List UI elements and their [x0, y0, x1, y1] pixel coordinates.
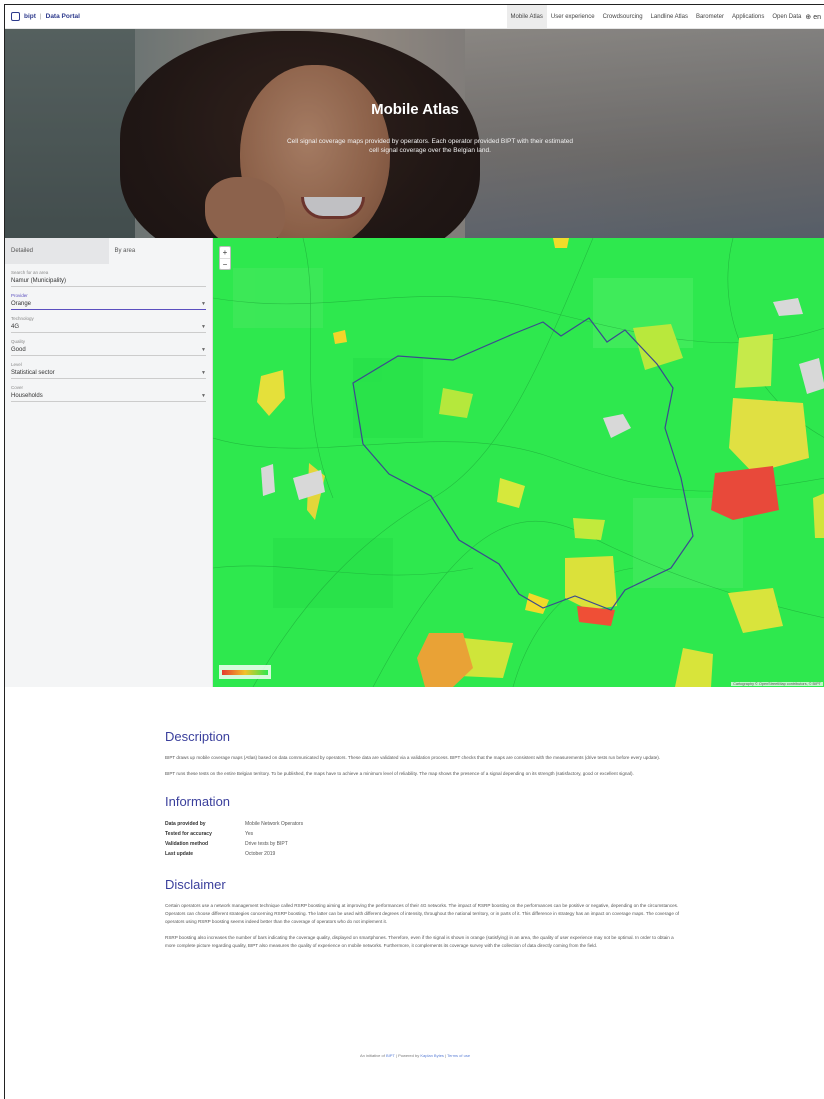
technology-value: 4G [11, 323, 20, 330]
info-row: Last update October 2019 [165, 849, 685, 859]
footer-separator: | [445, 1053, 447, 1058]
footer-terms-link[interactable]: Terms of use [447, 1053, 470, 1058]
footer-separator: | [395, 1053, 397, 1058]
area-search-value: Namur (Municipality) [11, 277, 67, 284]
hero-overlay [5, 29, 824, 238]
information-section: Information Data provided by Mobile Netwo… [165, 794, 685, 859]
browser-frame: bipt | Data Portal Mobile Atlas User exp… [4, 4, 824, 1099]
nav-link-landline-atlas[interactable]: Landline Atlas [647, 5, 692, 28]
area-search-field[interactable]: Search for an area Namur (Municipality) [11, 264, 206, 287]
chevron-down-icon: ▼ [201, 323, 206, 330]
info-row: Validation method Drive tests by BIPT [165, 839, 685, 849]
tab-by-area[interactable]: By area [109, 238, 213, 264]
cover-value: Households [11, 392, 43, 399]
bipt-logo-icon [11, 12, 20, 21]
brand-name: bipt [24, 13, 36, 20]
info-row: Tested for accuracy Yes [165, 829, 685, 839]
disclaimer-paragraph: RSRP boosting also increases the number … [165, 935, 674, 948]
coverage-map-svg[interactable] [213, 238, 824, 687]
disclaimer-heading: Disclaimer [165, 877, 226, 892]
chevron-down-icon: ▼ [201, 300, 206, 307]
info-key: Last update [165, 851, 194, 857]
filter-sidebar: Detailed By area Search for an area Namu… [5, 238, 213, 687]
technology-select[interactable]: Technology 4G ▼ [11, 310, 206, 333]
nav-link-applications[interactable]: Applications [728, 5, 768, 28]
page-content: Description BIPT draws up mobile coverag… [165, 729, 685, 966]
footer-powered-link[interactable]: Kaplan Bytes [420, 1053, 444, 1058]
page-footer: An initiative of BIPT | Powered by Kapla… [5, 1053, 824, 1058]
information-heading: Information [165, 794, 231, 809]
provider-select[interactable]: Provider Orange ▼ [11, 287, 206, 310]
globe-icon: ⊕ [805, 13, 812, 21]
coverage-map[interactable]: + − Cartography © OpenStreetMap contribu… [213, 238, 824, 687]
brand[interactable]: bipt | Data Portal [5, 12, 80, 21]
footer-powered-by: Powered by [398, 1053, 420, 1058]
cover-select[interactable]: Cover Households ▼ [11, 379, 206, 402]
brand-separator: | [39, 13, 42, 20]
map-attribution[interactable]: Cartography © OpenStreetMap contributors… [731, 682, 823, 686]
info-key: Validation method [165, 841, 209, 847]
map-legend [219, 665, 271, 679]
info-value: October 2019 [245, 851, 276, 857]
nav-link-mobile-atlas[interactable]: Mobile Atlas [506, 5, 547, 28]
nav-link-user-experience[interactable]: User experience [547, 5, 599, 28]
zoom-in-button[interactable]: + [220, 247, 230, 258]
tab-detailed[interactable]: Detailed [5, 238, 109, 264]
description-paragraph: BIPT runs these tests on the entire Belg… [165, 771, 634, 776]
info-key: Data provided by [165, 821, 206, 827]
disclaimer-paragraph: Certain operators use a network manageme… [165, 903, 680, 924]
info-value: Drive tests by BIPT [245, 841, 288, 847]
nav-links: Mobile Atlas User experience Crowdsourci… [506, 5, 824, 28]
level-value: Statistical sector [11, 369, 55, 376]
portal-name: Data Portal [45, 13, 80, 20]
info-value: Yes [245, 831, 254, 837]
description-heading: Description [165, 729, 231, 744]
provider-value: Orange [11, 300, 32, 307]
hero-title: Mobile Atlas [371, 101, 459, 118]
hero-banner: Mobile Atlas Cell signal coverage maps p… [5, 29, 824, 238]
disclaimer-section: Disclaimer Certain operators use a netwo… [165, 877, 685, 950]
description-section: Description BIPT draws up mobile coverag… [165, 729, 685, 778]
info-key: Tested for accuracy [165, 831, 212, 837]
legend-color-scale [222, 670, 268, 675]
chevron-down-icon: ▼ [201, 369, 206, 376]
chevron-down-icon: ▼ [201, 346, 206, 353]
language-code: en [813, 13, 821, 21]
zoom-out-button[interactable]: − [220, 258, 230, 269]
hero-subtitle: Cell signal coverage maps provided by op… [286, 138, 574, 154]
nav-link-crowdsourcing[interactable]: Crowdsourcing [599, 5, 647, 28]
top-navigation: bipt | Data Portal Mobile Atlas User exp… [5, 5, 824, 29]
quality-value: Good [11, 346, 26, 353]
level-select[interactable]: Level Statistical sector ▼ [11, 356, 206, 379]
footer-prefix: An initiative of [359, 1053, 385, 1058]
zoom-control: + − [219, 246, 231, 270]
nav-link-barometer[interactable]: Barometer [692, 5, 728, 28]
information-table: Data provided by Mobile Network Operators… [165, 819, 685, 859]
area-search-input[interactable]: Namur (Municipality) [11, 275, 206, 287]
description-paragraph: BIPT draws up mobile coverage maps (Atla… [165, 755, 661, 760]
info-row: Data provided by Mobile Network Operators [165, 819, 685, 829]
language-selector[interactable]: ⊕ en [805, 13, 824, 21]
footer-bipt-link[interactable]: BIPT [386, 1053, 395, 1058]
chevron-down-icon: ▼ [201, 392, 206, 399]
quality-select[interactable]: Quality Good ▼ [11, 333, 206, 356]
info-value: Mobile Network Operators [245, 821, 304, 827]
nav-link-open-data[interactable]: Open Data [768, 5, 805, 28]
sidebar-tabs: Detailed By area [5, 238, 212, 264]
